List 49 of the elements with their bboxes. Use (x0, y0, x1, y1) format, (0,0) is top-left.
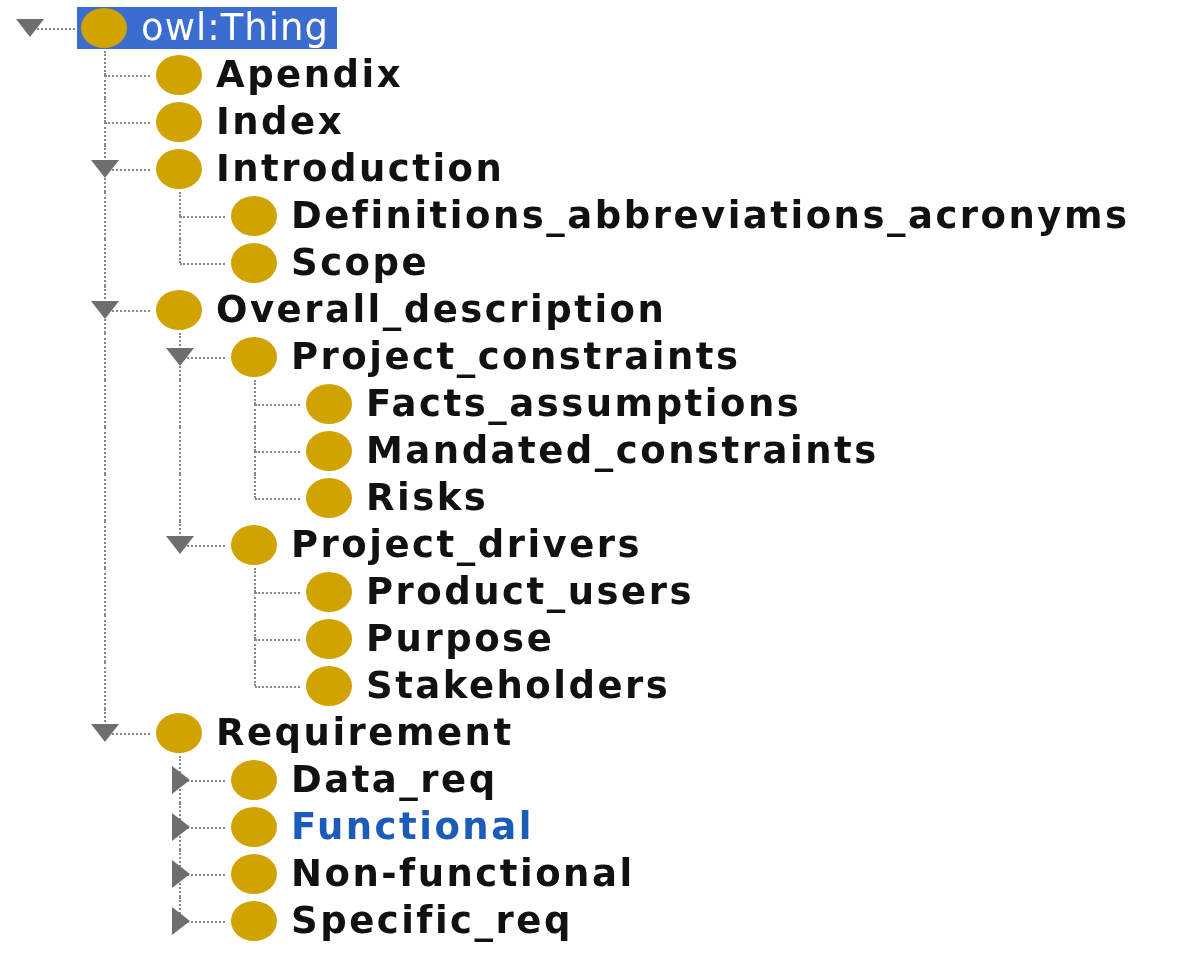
class-label[interactable]: Product_users (366, 570, 694, 613)
expand-triangle-icon[interactable] (172, 860, 190, 888)
class-label[interactable]: Definitions_abbreviations_acronyms (291, 194, 1130, 237)
class-circle-icon (81, 7, 127, 48)
class-label[interactable]: Purpose (366, 617, 555, 660)
class-circle-icon (306, 618, 352, 659)
collapse-triangle-icon[interactable] (91, 301, 119, 319)
class-circle-icon (306, 665, 352, 706)
class-circle-icon (156, 54, 202, 95)
expand-triangle-icon[interactable] (172, 907, 190, 935)
collapse-triangle-icon[interactable] (91, 160, 119, 178)
class-circle-icon (231, 336, 277, 377)
class-circle-icon (156, 148, 202, 189)
class-label[interactable]: Mandated_constraints (366, 429, 879, 472)
expand-triangle-icon[interactable] (172, 766, 190, 794)
collapse-triangle-icon[interactable] (16, 19, 44, 37)
class-label[interactable]: Data_req (291, 758, 498, 801)
class-circle-icon (306, 477, 352, 518)
class-label[interactable]: Scope (291, 241, 430, 284)
class-circle-icon (231, 524, 277, 565)
class-circle-icon (231, 900, 277, 941)
class-label[interactable]: Project_constraints (291, 335, 741, 378)
class-label[interactable]: Facts_assumptions (366, 382, 802, 425)
class-label[interactable]: Overall_description (216, 288, 667, 331)
expand-triangle-icon[interactable] (172, 813, 190, 841)
class-label[interactable]: Index (216, 100, 345, 143)
class-circle-icon (306, 430, 352, 471)
collapse-triangle-icon[interactable] (166, 536, 194, 554)
class-label[interactable]: Stakeholders (366, 664, 671, 707)
class-circle-icon (231, 853, 277, 894)
class-circle-icon (306, 383, 352, 424)
class-circle-icon (156, 712, 202, 753)
class-circle-icon (156, 101, 202, 142)
class-label[interactable]: Apendix (216, 53, 404, 96)
collapse-triangle-icon[interactable] (166, 348, 194, 366)
class-circle-icon (231, 759, 277, 800)
class-label[interactable]: Project_drivers (291, 523, 643, 566)
class-circle-icon (156, 289, 202, 330)
class-label[interactable]: Specific_req (291, 899, 573, 942)
class-circle-icon (306, 571, 352, 612)
class-label[interactable]: Requirement (216, 711, 514, 754)
class-label[interactable]: Non-functional (291, 852, 635, 895)
class-circle-icon (231, 242, 277, 283)
class-label[interactable]: Functional (291, 805, 534, 848)
collapse-triangle-icon[interactable] (91, 724, 119, 742)
class-circle-icon (231, 806, 277, 847)
class-label[interactable]: Introduction (216, 147, 505, 190)
class-circle-icon (231, 195, 277, 236)
class-label[interactable]: Risks (366, 476, 489, 519)
